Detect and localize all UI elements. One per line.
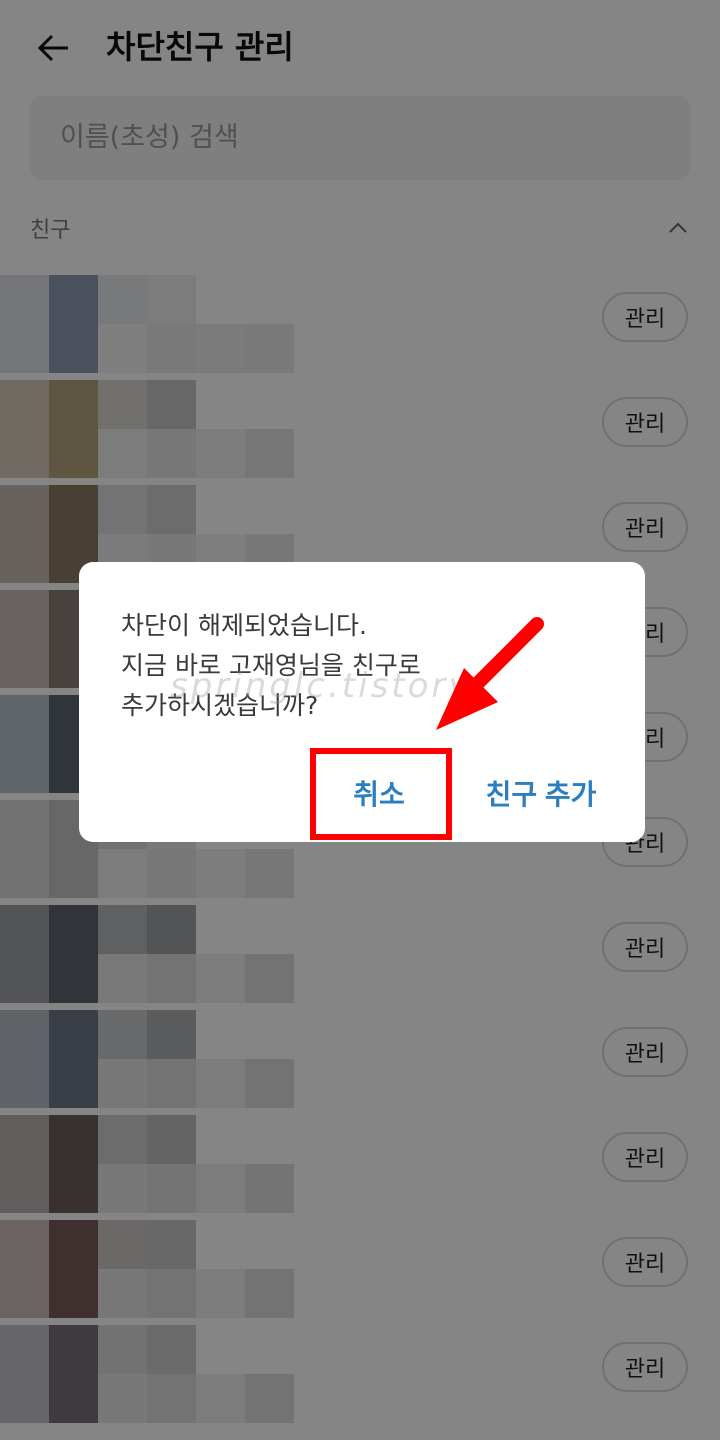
red-arrow-icon (436, 617, 544, 730)
